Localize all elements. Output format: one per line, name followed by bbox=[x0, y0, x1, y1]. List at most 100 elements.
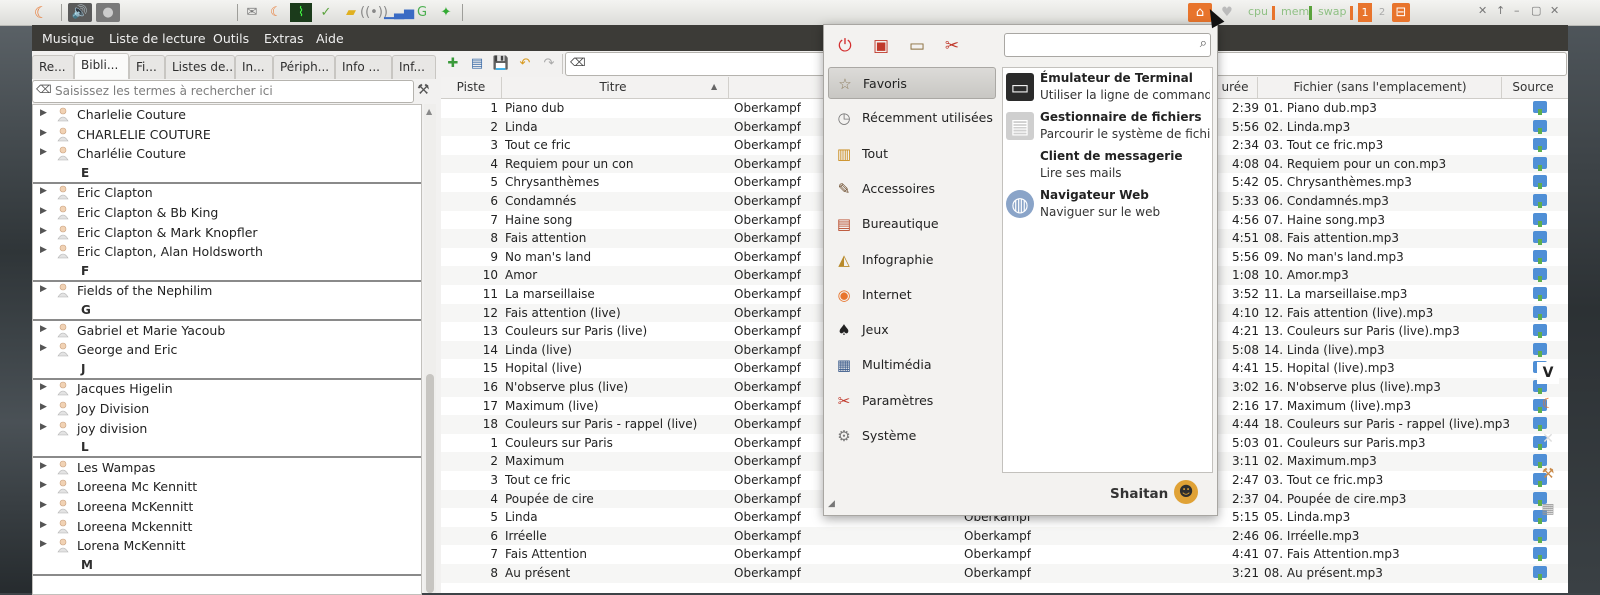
expand-arrow-icon[interactable]: ▶ bbox=[40, 382, 47, 392]
artist-tree-item[interactable]: ▶ Eric Clapton & Mark Knopfler bbox=[33, 223, 421, 243]
artist-tree-item[interactable]: ▶ joy division bbox=[33, 419, 421, 439]
artist-tree-item[interactable]: ▶ Gabriel et Marie Yacoub bbox=[33, 321, 421, 341]
artist-tree-item[interactable]: ▶ Les Wampas bbox=[33, 458, 421, 478]
mango-menu-icon[interactable]: ☾ bbox=[30, 3, 52, 22]
artist-tree-item[interactable]: ▶ Joy Division bbox=[33, 399, 421, 419]
workspace-indicator[interactable]: 1 bbox=[1358, 3, 1372, 22]
artist-tree-item[interactable]: ▶ Eric Clapton & Bb King bbox=[33, 203, 421, 223]
resize-grip-icon[interactable]: ◢ bbox=[828, 499, 835, 509]
tab-fichiers[interactable]: Fi... bbox=[129, 55, 165, 79]
category-infographie[interactable]: ◭ Infographie bbox=[828, 244, 996, 276]
category-favoris[interactable]: ☆ Favoris bbox=[828, 67, 996, 99]
artist-tree-item[interactable]: ▶ Lorena McKennitt bbox=[33, 536, 421, 556]
expand-arrow-icon[interactable]: ▶ bbox=[40, 128, 47, 138]
app-item[interactable]: ▭ Émulateur de Terminal Utiliser la ligne … bbox=[1003, 68, 1212, 107]
expand-arrow-icon[interactable]: ▶ bbox=[40, 500, 47, 510]
category-systeme[interactable]: ⚙ Système bbox=[828, 420, 996, 452]
load-playlist-icon[interactable]: ▤ bbox=[468, 54, 486, 72]
clear-search-icon[interactable]: ⌫ bbox=[36, 83, 52, 98]
trash-icon[interactable]: ⊟ bbox=[1392, 3, 1410, 22]
library-search-input[interactable]: ⌫ Saisissez les termes à rechercher ici bbox=[32, 80, 414, 103]
note-icon[interactable]: ▰ bbox=[341, 3, 361, 22]
mango-icon[interactable]: ☾ bbox=[266, 3, 286, 22]
artist-tree-item[interactable]: ▶ Fields of the Nephilim bbox=[33, 281, 421, 301]
tab-peripheriques[interactable]: Périph... bbox=[273, 55, 335, 79]
battery-icon[interactable]: ✦ bbox=[436, 3, 456, 22]
close-window-icon[interactable]: ✕ bbox=[1478, 4, 1487, 17]
dock-calculator-icon[interactable]: ▦ bbox=[1537, 498, 1559, 520]
user-avatar[interactable]: ☻ bbox=[1174, 480, 1198, 504]
expand-arrow-icon[interactable]: ▶ bbox=[40, 343, 47, 353]
scroll-up-arrow-icon[interactable]: ▲ bbox=[426, 107, 432, 116]
expand-arrow-icon[interactable]: ▶ bbox=[40, 324, 47, 334]
scrollbar-thumb[interactable] bbox=[426, 374, 434, 593]
save-playlist-icon[interactable]: 💾 bbox=[492, 54, 510, 72]
signal-bars-icon[interactable]: ▁▃▅ bbox=[384, 3, 414, 22]
wifi-icon[interactable]: ((•)) bbox=[360, 3, 388, 22]
settings-tools-icon[interactable]: ✂ bbox=[939, 33, 965, 59]
artist-tree-item[interactable]: ▶ Charlélie Couture bbox=[33, 144, 421, 164]
expand-arrow-icon[interactable]: ▶ bbox=[40, 480, 47, 490]
table-row[interactable]: 7 Fais Attention Oberkampf Oberkampf 4:41 07.… bbox=[441, 545, 1568, 564]
expand-arrow-icon[interactable]: ▶ bbox=[40, 147, 47, 157]
table-row[interactable]: 8 Au présent Oberkampf Oberkampf 3:21 08. Au … bbox=[441, 564, 1568, 583]
artist-tree-item[interactable]: ▶ Eric Clapton, Alan Holdsworth bbox=[33, 242, 421, 262]
minimize-window-icon[interactable]: – bbox=[1514, 4, 1520, 17]
expand-arrow-icon[interactable]: ▶ bbox=[40, 402, 47, 412]
artist-tree-item[interactable]: ▶ George and Eric bbox=[33, 340, 421, 360]
expand-arrow-icon[interactable]: ▶ bbox=[40, 539, 47, 549]
tab-recents[interactable]: Re... bbox=[32, 55, 74, 79]
tab-internet[interactable]: In... bbox=[235, 55, 273, 79]
expand-arrow-icon[interactable]: ▶ bbox=[40, 422, 47, 432]
expand-arrow-icon[interactable]: ▶ bbox=[40, 206, 47, 216]
dock-tools-icon[interactable]: ✕ bbox=[1537, 428, 1559, 450]
new-playlist-icon[interactable]: ✚ bbox=[444, 54, 462, 72]
update-icon[interactable]: G bbox=[412, 3, 432, 22]
column-source[interactable]: Source bbox=[1503, 80, 1563, 94]
library-tree[interactable]: ▶ Charlelie Couture ▶ CHARLELIE COUTURE ▶ Cha… bbox=[32, 104, 422, 595]
record-icon[interactable]: ● bbox=[96, 3, 120, 22]
column-piste[interactable]: Piste bbox=[441, 80, 501, 94]
app-item[interactable]: Client de messagerie Lire ses mails bbox=[1003, 146, 1212, 185]
system-monitor-icon[interactable]: ⌇ bbox=[290, 3, 312, 22]
artist-tree-item[interactable]: ▶ Eric Clapton bbox=[33, 183, 421, 203]
tab-bibliotheque[interactable]: Bibli... bbox=[74, 53, 129, 79]
menu-extras[interactable]: Extras bbox=[264, 31, 304, 46]
mail-icon[interactable]: ✉ bbox=[242, 3, 262, 22]
tab-listes-de-lecture[interactable]: Listes de... bbox=[165, 55, 235, 79]
category-bureautique[interactable]: ▤ Bureautique bbox=[828, 208, 996, 240]
category-parametres[interactable]: ✂ Paramètres bbox=[828, 385, 996, 417]
redo-icon[interactable]: ↷ bbox=[540, 54, 558, 72]
expand-arrow-icon[interactable]: ▶ bbox=[40, 108, 47, 118]
column-titre[interactable]: Titre bbox=[503, 80, 723, 94]
dock-v-icon[interactable]: V bbox=[1537, 362, 1559, 384]
library-scrollbar[interactable]: ▲ bbox=[424, 104, 436, 593]
artist-tree-item[interactable]: ▶ CHARLELIE COUTURE bbox=[33, 125, 421, 145]
artist-tree-item[interactable]: ▶ Jacques Higelin bbox=[33, 379, 421, 399]
volume-icon[interactable]: 🔊 bbox=[68, 3, 92, 22]
lock-screen-icon[interactable]: ▣ bbox=[868, 33, 894, 59]
menu-outils[interactable]: Outils bbox=[213, 31, 249, 46]
menu-liste-de-lecture[interactable]: Liste de lecture bbox=[109, 31, 206, 46]
expand-arrow-icon[interactable]: ▶ bbox=[40, 520, 47, 530]
shield-icon[interactable]: ✓ bbox=[316, 3, 336, 22]
tab-info-artiste[interactable]: Inf... bbox=[392, 55, 436, 79]
clear-filter-icon[interactable]: ⌫ bbox=[570, 56, 586, 69]
expand-arrow-icon[interactable]: ▶ bbox=[40, 461, 47, 471]
dock-mango-icon[interactable]: ☾ bbox=[1537, 393, 1559, 415]
artist-tree-item[interactable]: ▶ Loreena Mc Kennitt bbox=[33, 477, 421, 497]
workspace-2-icon[interactable]: 2 bbox=[1376, 3, 1388, 22]
category-accessoires[interactable]: ✎ Accessoires bbox=[828, 173, 996, 205]
logout-icon[interactable]: ▭ bbox=[904, 33, 930, 59]
power-icon[interactable]: ⏻ bbox=[832, 33, 858, 59]
table-row[interactable]: 6 Irréelle Oberkampf Oberkampf 2:46 06. Irrée… bbox=[441, 526, 1568, 546]
close-app-icon[interactable]: ✕ bbox=[1550, 4, 1559, 17]
category-internet[interactable]: ◉ Internet bbox=[828, 279, 996, 311]
artist-tree-item[interactable]: ▶ Loreena Mckennitt bbox=[33, 517, 421, 537]
expand-arrow-icon[interactable]: ▶ bbox=[40, 186, 47, 196]
category-recemment-utilisees[interactable]: ◷ Récemment utilisées bbox=[828, 102, 996, 134]
dock-hammer-icon[interactable]: ⚒ bbox=[1537, 463, 1559, 485]
menu-aide[interactable]: Aide bbox=[316, 31, 344, 46]
search-options-icon[interactable]: ⚒ bbox=[417, 82, 435, 100]
artist-tree-item[interactable]: ▶ Loreena McKennitt bbox=[33, 497, 421, 517]
